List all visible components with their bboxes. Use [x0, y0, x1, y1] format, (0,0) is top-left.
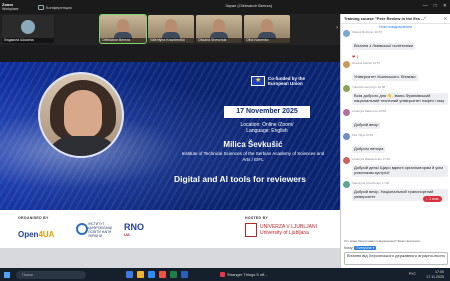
message-sender: Valentyna Krivchenko 17:00 [352, 181, 390, 185]
avatar [343, 85, 350, 92]
avatar [343, 109, 350, 116]
zoom-logo: Zoom Workplace [2, 2, 19, 12]
chat-message[interactable]: Yulia Romanyshyn 16:58 Всім доброго дня 👋… [343, 85, 448, 107]
hosted-by-label: HOSTED BY [245, 216, 269, 220]
institute-logo-icon [76, 223, 88, 235]
message-text: Добрий вечір [352, 122, 381, 129]
participant-tile[interactable]: Oleksandr Bereza [100, 15, 146, 43]
participant-tile[interactable]: Oksana Shevchuk [196, 15, 242, 43]
message-text: Добрий день! Щиро вдячні організаторам й… [352, 165, 448, 177]
meeting-icon [38, 4, 44, 10]
word-icon[interactable] [181, 271, 188, 278]
speaker-institute: Institute of Technical Sciences of the S… [181, 151, 325, 162]
message-reaction[interactable]: ❤ 1 [343, 54, 448, 59]
chat-message[interactable]: Oleksa Bushyan 16:57 Вітання з Львівської… [343, 30, 448, 52]
media-icon [220, 272, 225, 277]
message-sender: Oleksa Bushyan 16:57 [352, 30, 383, 34]
chat-messages: Oleksa Bushyan 16:57 Вітання з Львівської… [341, 30, 450, 203]
title-bar: Zoom Workplace Конференция Экран (Oleksa… [0, 0, 450, 14]
excel-icon[interactable] [170, 271, 177, 278]
message-text: Всім доброго дня 👋. Івано-Франківський н… [352, 93, 448, 105]
close-button[interactable]: ✕ [443, 3, 447, 9]
chrome-icon[interactable] [159, 271, 166, 278]
eu-cofunded-badge: Co-funded by the European Union [251, 76, 318, 86]
keyboard-language[interactable]: РУС [409, 272, 416, 276]
minimize-button[interactable]: — [423, 3, 428, 9]
avatar [343, 133, 350, 140]
speaker-photo [38, 72, 124, 158]
zoom-icon[interactable] [148, 271, 155, 278]
zoom-window: Zoom Workplace Конференция Экран (Oleksa… [0, 0, 450, 281]
heart-reaction-icon[interactable]: ❤ 1 [352, 54, 359, 59]
participant-strip: Людмила Шомина Oleksandr Bereza Valentyn… [0, 14, 340, 45]
chat-message[interactable]: Oksana Melnik 16:57 Університет Ушинськог… [343, 61, 448, 83]
avatar [21, 20, 35, 34]
explorer-icon[interactable] [137, 271, 144, 278]
speaker-name: Milica Ševkušić [223, 140, 283, 149]
avatar [343, 181, 350, 188]
avatar [343, 157, 350, 164]
open4ua-logo: Open4UA [18, 230, 55, 239]
window-title: Экран (Oleksandr Bereza) [225, 3, 273, 8]
recipient-dropdown[interactable]: Everyone ▾ [354, 246, 377, 250]
chat-message[interactable]: Petr Olga 16:59 Доброго вечора [343, 133, 448, 155]
slide-logos: ORGANISED BY Open4UA ІНСТИТУТ ЦИФРОВІЗАЦ… [0, 210, 340, 248]
participant-tile[interactable]: Людмила Шомина [2, 15, 54, 43]
chat-header: Training course "Peer Review in the Era … [341, 14, 450, 24]
event-location: Location: Online /Zoom/ Language: Englis… [240, 122, 294, 134]
participant-tile[interactable]: Valentyna Kravchenko [148, 15, 194, 43]
shared-screen-slide: Co-funded by the European Union 17 Novem… [0, 62, 340, 210]
institute-logo-text: ІНСТИТУТ ЦИФРОВІЗАЦІЇ ОСВІТИ НАПН УКРАЇН… [88, 222, 113, 238]
pinned-apps [126, 271, 188, 278]
avatar [343, 61, 350, 68]
windows-start-icon[interactable] [4, 271, 10, 278]
conference-button[interactable]: Конференция [38, 4, 72, 10]
university-name: UNIVERZA V LJUBLJANI University of Ljubl… [260, 224, 317, 236]
avatar [343, 30, 350, 37]
talk-title: Digital and AI tools for reviewers [174, 174, 306, 184]
chevron-right-icon[interactable]: › [336, 25, 338, 31]
chat-message[interactable]: Liudmyla Baranova 16:59 Добрий вечір [343, 109, 448, 131]
window-controls: — □ ✕ [423, 3, 447, 9]
unread-button[interactable]: ↓ 1 нов. [423, 196, 443, 202]
organised-by-label: ORGANISED BY [18, 216, 49, 220]
recipient-selector: Кому: Everyone ▾ [344, 246, 377, 250]
message-sender: Oksana Melnik 16:57 [352, 61, 381, 65]
message-sender: Petr Olga 16:59 [352, 133, 374, 137]
system-clock[interactable]: 17:00 17.11.2025 [426, 270, 444, 279]
taskbar-media-item[interactable]: Stranger Things 5 off... [220, 272, 268, 277]
windows-taskbar: Поиск Stranger Things 5 off... РУС 17:00… [0, 268, 450, 281]
chat-panel: Training course "Peer Review in the Era … [340, 14, 450, 268]
chat-visibility-notice: Хто може бачити ваші повідомлення? Запис… [344, 239, 420, 243]
message-sender: Liudmyla Baranova 16:59 [352, 109, 387, 113]
event-date: 17 November 2025 [224, 106, 310, 118]
edge-icon[interactable] [126, 271, 133, 278]
university-logo-icon [245, 223, 257, 237]
message-text: Доброго вечора [352, 146, 386, 153]
chat-message[interactable]: Liudmyla Maksimenko 17:00 Добрий день! Щи… [343, 157, 448, 179]
message-sender: Yulia Romanyshyn 16:58 [352, 85, 386, 89]
message-text: Університет Ушинського. Вітаємо [352, 74, 418, 81]
chat-input[interactable]: Вітання від Херсонського державного агра… [344, 252, 448, 265]
maximize-button[interactable]: □ [434, 3, 437, 9]
taskbar-search[interactable]: Поиск [16, 270, 86, 279]
close-icon[interactable]: ✕ [444, 16, 447, 21]
rno-logo: RNO [124, 222, 144, 232]
meeting-controls-area [0, 248, 340, 268]
message-text: Вітання з Львівської політехніки [352, 43, 415, 50]
message-sender: Liudmyla Maksimenko 17:00 [352, 157, 391, 161]
participant-tile[interactable]: Olha Ivanenko [244, 15, 290, 43]
eu-flag-icon [251, 76, 265, 86]
